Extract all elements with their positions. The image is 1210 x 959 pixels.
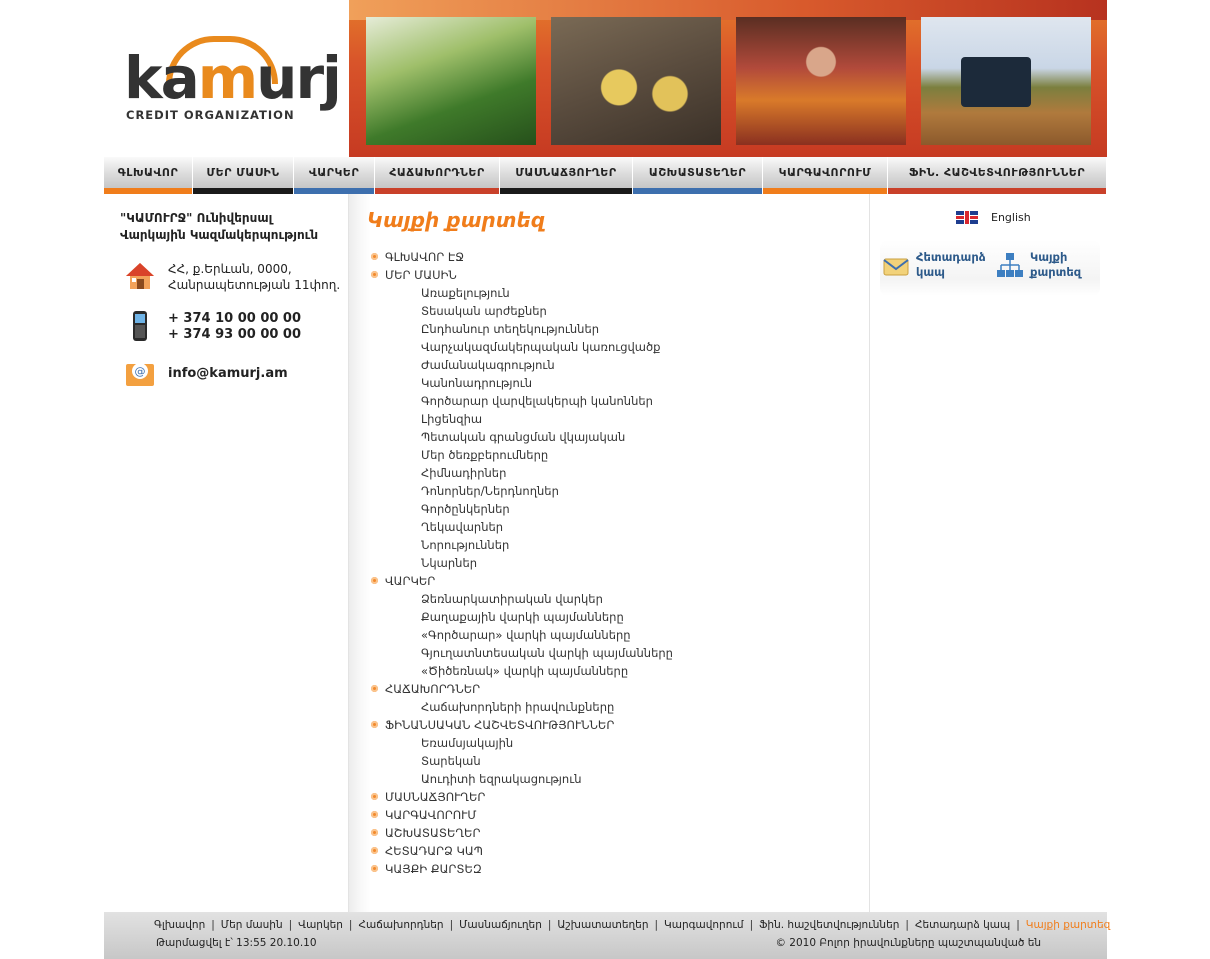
nav-item-branches[interactable]: ՄԱՍՆԱՃՅՈՒՂԵՐ [500, 157, 633, 194]
email-link[interactable]: info@kamurj.am [168, 366, 288, 382]
footer: Գլխավոր | Մեր մասին | Վարկեր | Հաճախորդներ | Մաս… [104, 912, 1110, 959]
organization-name: "ԿԱՄՈՒՐՋ" Ունիվերսալ Վարկային Կազմակերպո… [120, 211, 319, 242]
footer-link[interactable]: Հաճախորդներ [358, 919, 443, 931]
sitemap-section-link[interactable]: ԿԱՅՔԻ ՔԱՐՏԵԶ [371, 860, 851, 878]
sitemap-page-link[interactable]: Քաղաքային վարկի պայմանները [371, 608, 851, 626]
footer-separator: | [449, 919, 454, 931]
sitemap-page-link[interactable]: Ժամանակագրություն [371, 356, 851, 374]
sitemap-page-link[interactable]: Մեր ծեռքբերումները [371, 446, 851, 464]
logo-wordmark: kamurj [124, 44, 342, 112]
sitemap-section-link[interactable]: ՀԵՏԱԴԱՐՁ ԿԱՊ [371, 842, 851, 860]
sitemap-section-link[interactable]: ԳԼԽԱՎՈՐ ԷՋ [371, 248, 851, 266]
footer-separator: | [654, 919, 659, 931]
sitemap-page-link[interactable]: Գյուղատնտեսական վարկի պայմանները [371, 644, 851, 662]
footer-link[interactable]: Կայքի քարտեզ [1026, 919, 1111, 931]
sitemap-list: ԳԼԽԱՎՈՐ ԷՋ ՄԵՐ ՄԱՍԻՆ Առաքելություն Տեսական … [371, 248, 851, 878]
nav-item-home[interactable]: ԳԼԽԱՎՈՐ [104, 157, 193, 194]
sitemap-page-link[interactable]: Նորություններ [371, 536, 851, 554]
address: ՀՀ, ք.Երևան, 0000, Հանրապետության 11փող. [168, 262, 341, 292]
footer-links: Գլխավոր | Մեր մասին | Վարկեր | Հաճախորդներ | Մաս… [154, 919, 1110, 931]
sitemap-page-link[interactable]: Եռամսյակային [371, 734, 851, 752]
quick-links: Հետադարձ կապ Կայքի քարտեզ [880, 240, 1100, 296]
email-icon: @ [126, 363, 154, 386]
site-wrapper: kamurj CREDIT ORGANIZATION ԳԼԽԱՎՈՐ ՄԵՐ Մ… [104, 0, 1110, 959]
phone-numbers: + 374 10 00 00 00 + 374 93 00 00 00 [168, 311, 302, 342]
feedback-link[interactable]: Հետադարձ կապ [882, 250, 986, 280]
home-icon [126, 263, 154, 289]
main-content: Կայքի քարտեզ ԳԼԽԱՎՈՐ ԷՋ ՄԵՐ ՄԱՍԻՆ Առաքելու… [349, 194, 869, 912]
footer-separator: | [905, 919, 909, 931]
sitemap-section-link[interactable]: ՄԵՐ ՄԱՍԻՆ [371, 266, 851, 284]
sitemap-page-link[interactable]: Լիցենզիա [371, 410, 851, 428]
footer-separator: | [211, 919, 215, 931]
footer-link[interactable]: Կարգավորում [664, 919, 744, 931]
sitemap-page-link[interactable]: Տարեկան [371, 752, 851, 770]
sitemap-page-link[interactable]: Առաքելություն [371, 284, 851, 302]
sitemap-section-link[interactable]: ԿԱՐԳԱՎՈՐՈՒՄ [371, 806, 851, 824]
language-label: English [991, 210, 1031, 224]
footer-separator: | [749, 919, 754, 931]
nav-item-about[interactable]: ՄԵՐ ՄԱՍԻՆ [193, 157, 294, 194]
sitemap-page-link[interactable]: Պետական գրանցման վկայական [371, 428, 851, 446]
right-sidebar: English Հետադարձ կապ Կայքի քարտեզ [869, 194, 1107, 912]
footer-link[interactable]: Մեր մասին [221, 919, 283, 931]
last-updated: Թարմացվել է՝ 13:55 20.10.10 [156, 937, 317, 949]
footer-link[interactable]: Ֆին. հաշվետվություններ [759, 919, 899, 931]
uk-flag-icon [956, 210, 978, 224]
sitemap-page-link[interactable]: Տեսական արժեքներ [371, 302, 851, 320]
header: kamurj CREDIT ORGANIZATION [104, 0, 1107, 157]
sitemap-tree-icon [997, 253, 1023, 277]
nav-item-careers[interactable]: ԱՇԽԱՏԱՏԵՂԵՐ [633, 157, 763, 194]
nav-item-clients[interactable]: ՀԱՃԱԽՈՐԴՆԵՐ [375, 157, 500, 194]
page-title: Կայքի քարտեզ [367, 208, 546, 232]
logo-subtitle: CREDIT ORGANIZATION [126, 108, 295, 122]
market-vendor-photo [736, 17, 906, 145]
logo[interactable]: kamurj CREDIT ORGANIZATION [104, 0, 349, 157]
mobile-phone-icon [133, 311, 147, 341]
footer-link[interactable]: Աշխատատեղեր [557, 919, 648, 931]
sitemap-page-link[interactable]: Ձեռնարկատիրական վարկեր [371, 590, 851, 608]
footer-separator: | [1016, 919, 1020, 931]
sitemap-page-link[interactable]: Գործարար վարվելակերպի կանոններ [371, 392, 851, 410]
sitemap-page-link[interactable]: Դոնորներ/Ներդնողներ [371, 482, 851, 500]
ducklings-photo [551, 17, 721, 145]
sitemap-page-link[interactable]: Ընդհանուր տեղեկություններ [371, 320, 851, 338]
main-nav: ԳԼԽԱՎՈՐ ՄԵՐ ՄԱՍԻՆ ՎԱՐԿԵՐ ՀԱՃԱԽՈՐԴՆԵՐ ՄԱՍ… [104, 157, 1107, 194]
sitemap-page-link[interactable]: Ղեկավարներ [371, 518, 851, 536]
sitemap-page-link[interactable]: Հաճախորդների իրավունքները [371, 698, 851, 716]
sitemap-link[interactable]: Կայքի քարտեզ [996, 250, 1081, 280]
contact-sidebar: "ԿԱՄՈՒՐՋ" Ունիվերսալ Վարկային Կազմակերպո… [104, 194, 349, 912]
language-switch[interactable]: English [956, 210, 1031, 224]
greenhouse-photo [366, 17, 536, 145]
header-photo-band [349, 0, 1107, 157]
sitemap-page-link[interactable]: Կանոնադրություն [371, 374, 851, 392]
sitemap-page-link[interactable]: Աուդիտի եզրակացություն [371, 770, 851, 788]
footer-link[interactable]: Հետադարձ կապ [915, 919, 1010, 931]
footer-separator: | [547, 919, 552, 931]
svg-text:@: @ [135, 365, 146, 378]
sitemap-page-link[interactable]: Վարչակազմակերպական կառուցվածք [371, 338, 851, 356]
sitemap-section-link[interactable]: ՖԻՆԱՆՍԱԿԱՆ ՀԱՇՎԵՏՎՈՒԹՅՈՒՆՆԵՐ [371, 716, 851, 734]
sitemap-section-link[interactable]: ՀԱՃԱԽՈՐԴՆԵՐ [371, 680, 851, 698]
copyright: © 2010 Բոլոր իրավունքները պաշտպանված են [775, 937, 1041, 949]
sitemap-page-link[interactable]: «Ծիծեռնակ» վարկի պայմանները [371, 662, 851, 680]
sitemap-page-link[interactable]: Գործընկերներ [371, 500, 851, 518]
footer-link[interactable]: Մասնաճյուղեր [459, 919, 542, 931]
footer-separator: | [288, 919, 293, 931]
sitemap-section-link[interactable]: ՄԱՍՆԱՃՅՈՒՂԵՐ [371, 788, 851, 806]
footer-link[interactable]: Գլխավոր [154, 919, 205, 931]
tractor-photo [921, 17, 1091, 145]
sitemap-section-link[interactable]: ԱՇԽԱՏԱՏԵՂԵՐ [371, 824, 851, 842]
sitemap-page-link[interactable]: Նկարներ [371, 554, 851, 572]
nav-item-regulation[interactable]: ԿԱՐԳԱՎՈՐՈՒՄ [763, 157, 888, 194]
sitemap-section-link[interactable]: ՎԱՐԿԵՐ [371, 572, 851, 590]
footer-separator: | [348, 919, 353, 931]
sitemap-page-link[interactable]: «Գործարար» վարկի պայմանները [371, 626, 851, 644]
nav-item-loans[interactable]: ՎԱՐԿԵՐ [294, 157, 375, 194]
envelope-icon [883, 258, 909, 276]
sitemap-page-link[interactable]: Հիմնադիրներ [371, 464, 851, 482]
nav-item-financial-reports[interactable]: ՖԻՆ. ՀԱՇՎԵՏՎՈՒԹՅՈՒՆՆԵՐ [888, 157, 1107, 194]
footer-link[interactable]: Վարկեր [298, 919, 343, 931]
